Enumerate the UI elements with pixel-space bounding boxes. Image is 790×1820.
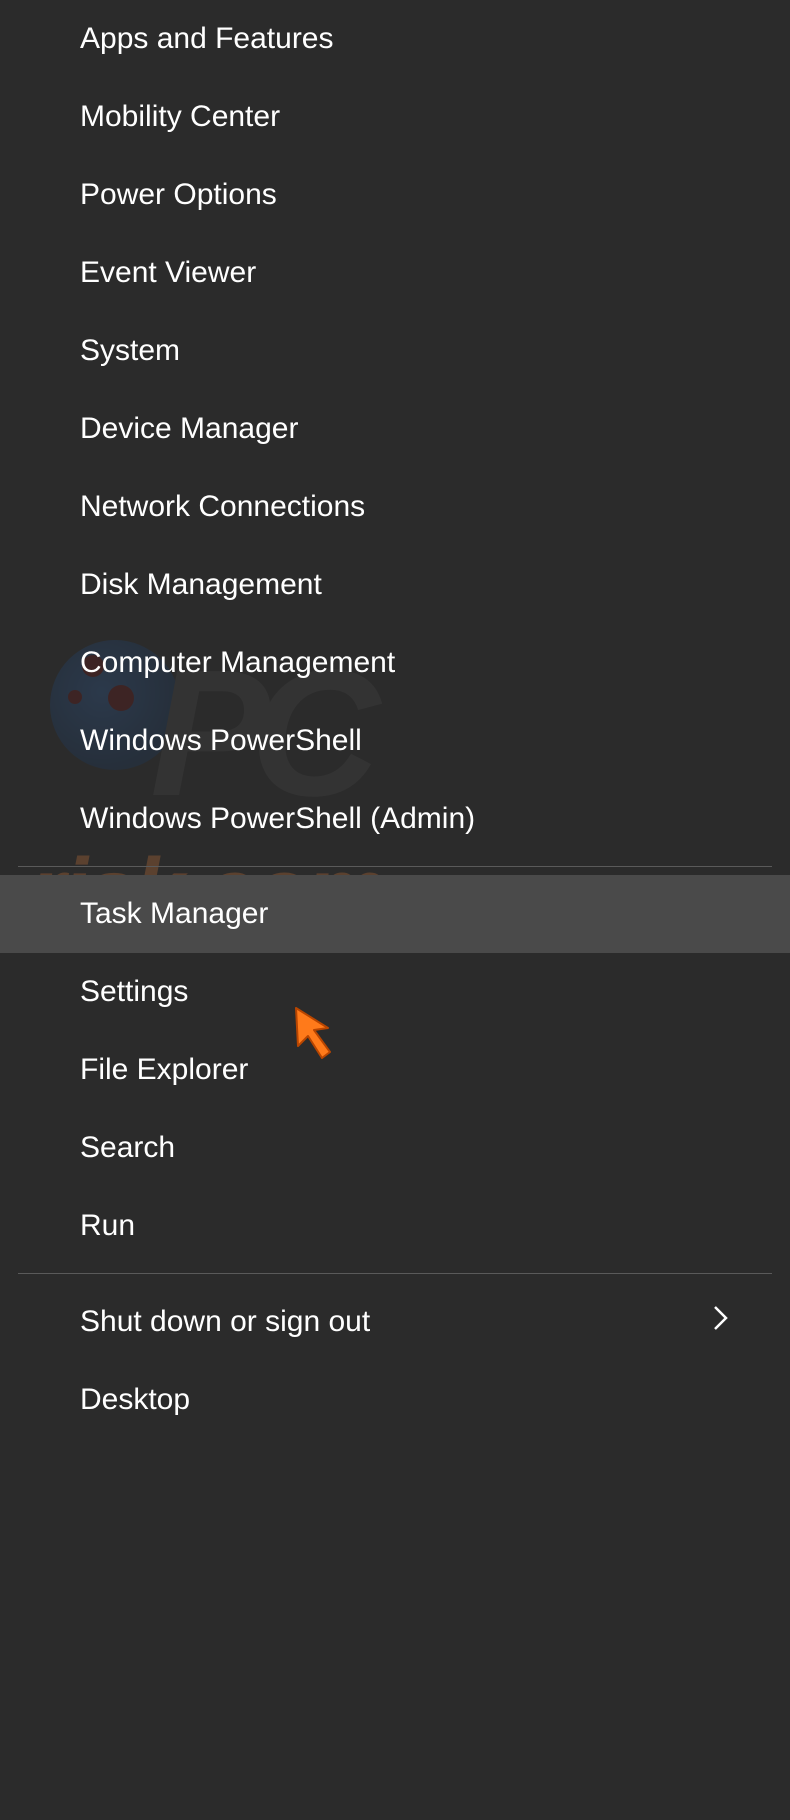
chevron-right-icon xyxy=(712,1304,730,1339)
menu-item-label: Network Connections xyxy=(80,490,365,524)
menu-item-label: Device Manager xyxy=(80,412,298,446)
menu-item-label: Desktop xyxy=(80,1383,190,1417)
menu-item-system[interactable]: System xyxy=(0,312,790,390)
menu-item-label: System xyxy=(80,334,180,368)
menu-separator xyxy=(18,1273,772,1274)
menu-item-power-options[interactable]: Power Options xyxy=(0,156,790,234)
menu-item-shut-down-or-sign-out[interactable]: Shut down or sign out xyxy=(0,1282,790,1361)
menu-item-label: Event Viewer xyxy=(80,256,256,290)
menu-item-label: Shut down or sign out xyxy=(80,1305,370,1339)
menu-item-label: Settings xyxy=(80,975,188,1009)
winx-power-user-menu: Apps and Features Mobility Center Power Op… xyxy=(0,0,790,1439)
menu-item-event-viewer[interactable]: Event Viewer xyxy=(0,234,790,312)
menu-item-windows-powershell[interactable]: Windows PowerShell xyxy=(0,702,790,780)
menu-item-device-manager[interactable]: Device Manager xyxy=(0,390,790,468)
menu-item-file-explorer[interactable]: File Explorer xyxy=(0,1031,790,1109)
menu-item-label: Mobility Center xyxy=(80,100,280,134)
menu-item-label: Apps and Features xyxy=(80,22,334,56)
menu-item-label: Disk Management xyxy=(80,568,322,602)
menu-separator xyxy=(18,866,772,867)
menu-item-mobility-center[interactable]: Mobility Center xyxy=(0,78,790,156)
menu-item-windows-powershell-admin[interactable]: Windows PowerShell (Admin) xyxy=(0,780,790,858)
menu-item-computer-management[interactable]: Computer Management xyxy=(0,624,790,702)
menu-item-search[interactable]: Search xyxy=(0,1109,790,1187)
menu-item-run[interactable]: Run xyxy=(0,1187,790,1265)
menu-item-apps-and-features[interactable]: Apps and Features xyxy=(0,0,790,78)
menu-item-label: Windows PowerShell xyxy=(80,724,362,758)
menu-item-settings[interactable]: Settings xyxy=(0,953,790,1031)
menu-item-label: Power Options xyxy=(80,178,277,212)
menu-item-label: Computer Management xyxy=(80,646,395,680)
menu-item-disk-management[interactable]: Disk Management xyxy=(0,546,790,624)
menu-item-task-manager[interactable]: Task Manager xyxy=(0,875,790,953)
menu-item-label: Run xyxy=(80,1209,135,1243)
menu-item-label: Task Manager xyxy=(80,897,268,931)
menu-item-label: File Explorer xyxy=(80,1053,248,1087)
menu-item-network-connections[interactable]: Network Connections xyxy=(0,468,790,546)
menu-item-label: Windows PowerShell (Admin) xyxy=(80,802,475,836)
menu-item-label: Search xyxy=(80,1131,175,1165)
menu-item-desktop[interactable]: Desktop xyxy=(0,1361,790,1439)
